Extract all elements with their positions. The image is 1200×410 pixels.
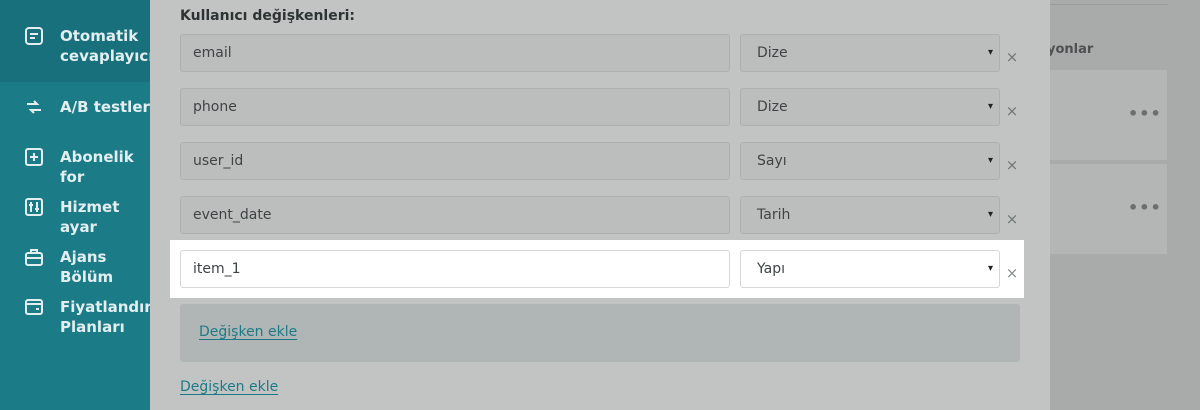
variable-type-value: Sayı [757, 153, 787, 169]
nested-add-variable-container [180, 304, 1020, 362]
chevron-down-icon: ▾ [987, 47, 993, 58]
variable-type-select[interactable]: Dize ▾ [740, 34, 1000, 72]
remove-variable-button[interactable]: × [1005, 212, 1019, 227]
agency-icon [25, 249, 43, 266]
sidebar-item-label: A/B testleri [60, 98, 156, 116]
remove-variable-button[interactable]: × [1005, 104, 1019, 119]
sidebar: Otomatik cevaplayıcıla A/B testleri Abon… [0, 0, 160, 410]
variable-name-input[interactable]: item_1 [180, 250, 730, 288]
variable-type-value: Dize [757, 45, 788, 61]
variable-type-select[interactable]: Yapı ▾ [740, 250, 1000, 288]
variable-type-select[interactable]: Dize ▾ [740, 88, 1000, 126]
more-options-icon[interactable]: ••• [1128, 104, 1162, 123]
add-nested-variable-link[interactable]: Değişken ekle [199, 324, 297, 340]
subscription-form-icon [25, 148, 43, 166]
remove-variable-button[interactable]: × [1005, 158, 1019, 173]
sidebar-item-label: Otomatik cevaplayıcıla [60, 27, 160, 65]
chevron-down-icon: ▾ [987, 209, 993, 220]
sidebar-item-agency[interactable]: Ajans Bölüm [0, 247, 160, 287]
variable-name-input[interactable]: event_date [180, 196, 730, 234]
variable-name-input[interactable]: phone [180, 88, 730, 126]
background-column-header: yonlar [1047, 42, 1094, 57]
variable-type-value: Dize [757, 99, 788, 115]
sidebar-item-label: Fiyatlandırm Planları [60, 298, 160, 336]
add-variable-link[interactable]: Değişken ekle [180, 379, 278, 395]
chevron-down-icon: ▾ [987, 155, 993, 166]
variable-type-value: Yapı [757, 261, 785, 277]
autoresponder-icon [25, 27, 43, 45]
sidebar-item-label: Hizmet ayar [60, 198, 120, 236]
sidebar-item-subscription-forms[interactable]: Abonelik for [0, 147, 160, 187]
sidebar-item-label: Ajans Bölüm [60, 248, 114, 286]
chevron-down-icon: ▾ [987, 101, 993, 112]
variable-type-value: Tarih [757, 207, 791, 223]
service-settings-icon [25, 198, 43, 216]
pricing-icon [25, 299, 43, 315]
variable-name-input[interactable]: email [180, 34, 730, 72]
section-title: Kullanıcı değişkenleri: [180, 8, 356, 24]
more-options-icon[interactable]: ••• [1128, 198, 1162, 217]
variable-type-select[interactable]: Sayı ▾ [740, 142, 1000, 180]
remove-variable-button[interactable]: × [1005, 266, 1019, 281]
sidebar-item-service-settings[interactable]: Hizmet ayar [0, 197, 160, 237]
variable-type-select[interactable]: Tarih ▾ [740, 196, 1000, 234]
variable-name-input[interactable]: user_id [180, 142, 730, 180]
remove-variable-button[interactable]: × [1005, 50, 1019, 65]
background-divider [1040, 4, 1168, 5]
sidebar-item-ab-tests[interactable]: A/B testleri [0, 97, 160, 117]
sidebar-item-pricing[interactable]: Fiyatlandırm Planları [0, 297, 160, 337]
sidebar-item-autoresponders[interactable]: Otomatik cevaplayıcıla [0, 26, 160, 66]
sidebar-item-label: Abonelik for [60, 148, 134, 186]
ab-test-icon [27, 100, 41, 114]
chevron-down-icon: ▾ [987, 263, 993, 274]
